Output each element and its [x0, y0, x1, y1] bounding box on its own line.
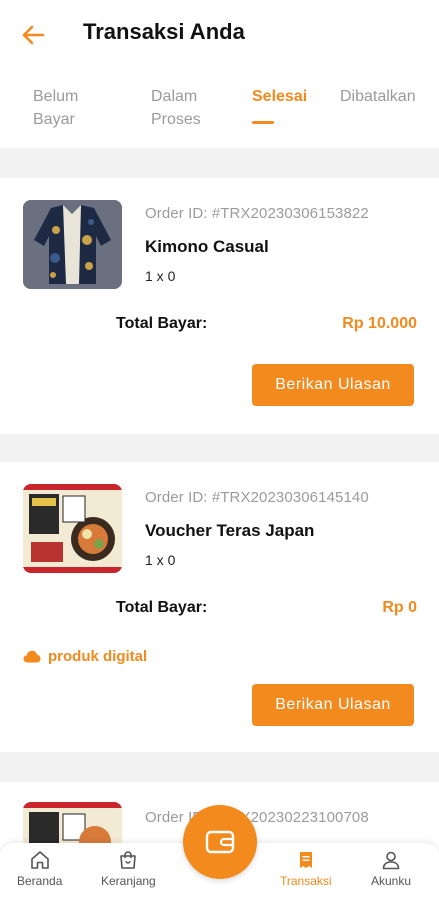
wallet-fab-button[interactable]	[183, 805, 257, 879]
tab-label-line2: Bayar	[33, 111, 75, 128]
page-title: Transaksi Anda	[83, 19, 245, 44]
nav-label: Transaksi	[280, 874, 332, 888]
nav-label: Akunku	[371, 874, 412, 888]
order-id: Order ID: #TRX20230223100708	[145, 809, 369, 826]
total-label: Total Bayar:	[116, 315, 208, 332]
app-bar: Transaksi Anda	[0, 0, 439, 70]
order-card[interactable]: Order ID: #TRX20230306153822 Kimono Casu…	[0, 178, 439, 434]
review-button[interactable]: Berikan Ulasan	[252, 684, 414, 726]
product-name: Kimono Casual	[145, 237, 269, 256]
shopping-bag-icon	[120, 851, 137, 869]
order-id: Order ID: #TRX20230306153822	[145, 205, 369, 222]
tab-label-line1: Dalam	[151, 88, 198, 105]
wallet-icon	[205, 830, 235, 854]
nav-beranda[interactable]: Beranda	[17, 849, 62, 888]
quantity: 1 x 0	[145, 552, 176, 568]
tab-label-line1: Belum	[33, 88, 79, 105]
review-button[interactable]: Berikan Ulasan	[252, 364, 414, 406]
nav-akunku[interactable]: Akunku	[371, 849, 411, 888]
tab-dibatalkan[interactable]: Dibatalkan	[340, 85, 416, 108]
status-tabs: Belum Bayar Dalam Proses Selesai Dibatal…	[0, 70, 439, 148]
tab-selesai[interactable]: Selesai	[252, 85, 307, 108]
active-tab-indicator	[252, 121, 274, 124]
total-value: Rp 0	[382, 599, 417, 616]
tab-belum-bayar[interactable]: Belum Bayar	[33, 85, 78, 131]
order-card[interactable]: Order ID: #TRX20230306145140 Voucher Ter…	[0, 462, 439, 752]
nav-label: Keranjang	[101, 874, 156, 888]
user-icon	[382, 851, 400, 870]
back-arrow-icon[interactable]	[18, 20, 48, 50]
digital-product-label: produk digital	[48, 648, 148, 665]
tab-label-line1: Dibatalkan	[340, 88, 416, 105]
nav-label: Beranda	[17, 874, 63, 888]
product-image	[23, 200, 122, 289]
nav-transaksi[interactable]: Transaksi	[280, 849, 332, 888]
product-image	[23, 484, 122, 573]
receipt-icon	[299, 852, 312, 868]
product-name: Voucher Teras Japan	[145, 521, 315, 540]
tab-dalam-proses[interactable]: Dalam Proses	[151, 85, 201, 131]
total-label: Total Bayar:	[116, 599, 208, 616]
order-id: Order ID: #TRX20230306145140	[145, 489, 369, 506]
quantity: 1 x 0	[145, 268, 176, 284]
cloud-icon	[23, 650, 41, 663]
tab-label-line1: Selesai	[252, 88, 308, 105]
tab-label-line2: Proses	[151, 111, 201, 128]
home-icon	[30, 851, 49, 869]
digital-product-badge: produk digital	[23, 648, 147, 665]
total-value: Rp 10.000	[342, 315, 417, 332]
nav-keranjang[interactable]: Keranjang	[101, 849, 156, 888]
